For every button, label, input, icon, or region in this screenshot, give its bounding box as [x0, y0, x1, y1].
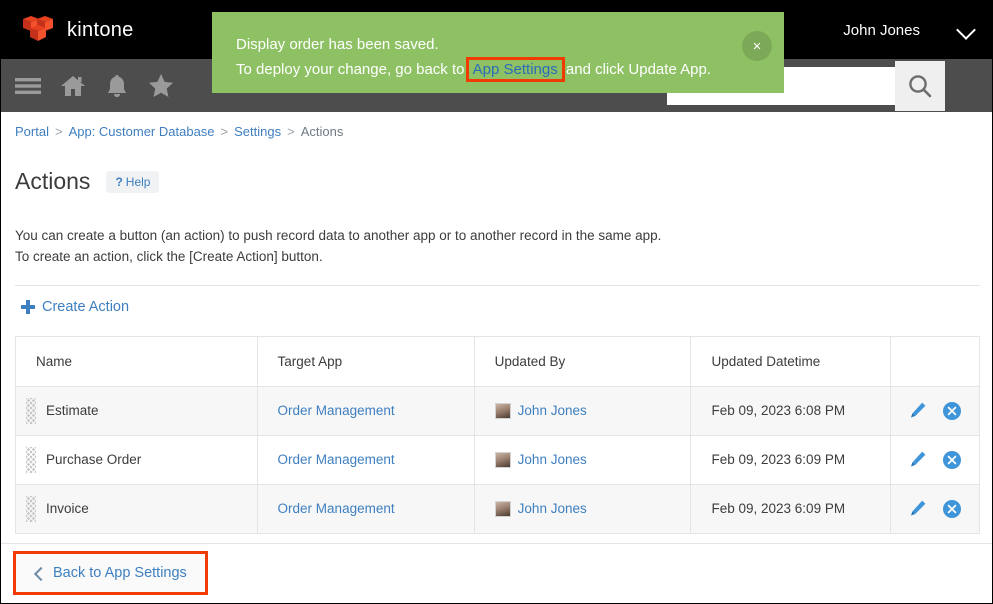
- cell-target-app: Order Management: [256, 483, 475, 534]
- brand-logo[interactable]: kintone: [21, 15, 134, 45]
- page-title-row: Actions ? Help: [1, 139, 992, 211]
- breadcrumb-separator: >: [54, 124, 63, 139]
- footer-divider: [1, 543, 992, 544]
- breadcrumb-item-settings[interactable]: Settings: [234, 124, 281, 139]
- table-row: Invoice Order Management John Jones Feb …: [15, 483, 980, 534]
- create-action-button[interactable]: Create Action: [21, 299, 129, 315]
- updated-by-link[interactable]: John Jones: [518, 452, 587, 467]
- cell-name: Estimate: [15, 385, 258, 436]
- user-menu[interactable]: John Jones: [843, 1, 992, 59]
- delete-circle-icon[interactable]: [942, 401, 961, 420]
- cell-target-app: Order Management: [256, 385, 475, 436]
- user-name: John Jones: [843, 21, 920, 39]
- cell-updated-datetime: Feb 09, 2023 6:09 PM: [690, 434, 891, 485]
- updated-by-link[interactable]: John Jones: [518, 403, 587, 418]
- table-head: Name Target App Updated By Updated Datet…: [15, 335, 980, 387]
- page-description: You can create a button (an action) to p…: [1, 211, 992, 267]
- banner-line-1: Display order has been saved.: [236, 36, 439, 53]
- drag-handle-icon[interactable]: [26, 446, 36, 473]
- hamburger-menu-icon[interactable]: [7, 59, 51, 112]
- cell-operations: [889, 385, 980, 436]
- chevron-left-icon: [34, 569, 43, 578]
- cell-updated-datetime: Feb 09, 2023 6:09 PM: [690, 483, 891, 534]
- table-row: Purchase Order Order Management John Jon…: [15, 434, 980, 485]
- column-header-operations: [889, 335, 980, 387]
- kintone-cube-logo: [21, 15, 55, 45]
- cell-updated-by: John Jones: [473, 385, 692, 436]
- target-app-link[interactable]: Order Management: [278, 501, 395, 516]
- back-button-highlight: Back to App Settings: [13, 551, 208, 595]
- drag-handle-icon[interactable]: [26, 397, 36, 424]
- breadcrumb-separator: >: [287, 124, 295, 139]
- question-mark-icon: ?: [115, 174, 123, 189]
- banner-line-2: To deploy your change, go back to App Se…: [236, 57, 784, 82]
- close-icon[interactable]: ×: [742, 31, 772, 61]
- user-avatar: [494, 500, 511, 517]
- favorites-star-icon[interactable]: [139, 59, 183, 112]
- search-button[interactable]: [895, 60, 945, 111]
- table-header-row: Name Target App Updated By Updated Datet…: [15, 335, 980, 387]
- cell-updated-by: John Jones: [473, 434, 692, 485]
- help-button[interactable]: ? Help: [106, 170, 160, 193]
- banner-text-suffix: and click Update App.: [561, 61, 711, 78]
- main-content: Portal > App: Customer Database > Settings > A…: [1, 112, 992, 534]
- user-avatar: [494, 451, 511, 468]
- action-name: Invoice: [46, 501, 89, 517]
- action-name: Estimate: [46, 403, 99, 419]
- breadcrumb-item-app[interactable]: App: Customer Database: [69, 124, 215, 139]
- cell-operations: [889, 483, 980, 534]
- app-window: kintone John Jones Display order has bee…: [0, 0, 993, 604]
- column-header-updated-datetime: Updated Datetime: [690, 335, 891, 387]
- description-line-1: You can create a button (an action) to p…: [15, 227, 662, 243]
- help-label: Help: [125, 174, 151, 189]
- pencil-edit-icon[interactable]: [908, 401, 927, 420]
- delete-circle-icon[interactable]: [942, 450, 961, 469]
- page-title: Actions: [15, 168, 91, 195]
- create-action-label: Create Action: [42, 298, 130, 315]
- column-header-updated-by: Updated By: [473, 335, 692, 387]
- chevron-down-icon[interactable]: [958, 21, 976, 39]
- delete-circle-icon[interactable]: [942, 499, 961, 518]
- plus-icon: [21, 299, 35, 314]
- create-action-row: Create Action: [1, 286, 992, 319]
- column-header-name: Name: [15, 335, 258, 387]
- app-settings-link[interactable]: App Settings: [465, 57, 565, 82]
- breadcrumb-item-actions: Actions: [300, 124, 344, 139]
- cell-name: Invoice: [15, 483, 258, 534]
- breadcrumb-item-portal[interactable]: Portal: [15, 124, 49, 139]
- cell-updated-datetime: Feb 09, 2023 6:08 PM: [690, 385, 891, 436]
- table-body: Estimate Order Management John Jones Feb…: [15, 385, 980, 534]
- target-app-link[interactable]: Order Management: [278, 403, 395, 418]
- cell-target-app: Order Management: [256, 434, 475, 485]
- notification-bell-icon[interactable]: [95, 59, 139, 112]
- back-button-label: Back to App Settings: [53, 565, 187, 581]
- updated-by-link[interactable]: John Jones: [518, 501, 587, 516]
- breadcrumb: Portal > App: Customer Database > Settings > A…: [1, 112, 992, 139]
- actions-table: Name Target App Updated By Updated Datet…: [15, 335, 980, 534]
- notification-banner: Display order has been saved. To deploy …: [212, 12, 784, 93]
- target-app-link[interactable]: Order Management: [278, 452, 395, 467]
- cell-operations: [889, 434, 980, 485]
- column-header-target: Target App: [256, 335, 475, 387]
- banner-text-prefix: To deploy your change, go back to: [236, 61, 469, 78]
- home-icon[interactable]: [51, 59, 95, 112]
- breadcrumb-separator: >: [220, 124, 229, 139]
- action-name: Purchase Order: [46, 452, 142, 468]
- brand-name: kintone: [67, 18, 134, 41]
- back-to-app-settings-button[interactable]: Back to App Settings: [15, 553, 206, 593]
- actions-table-wrapper: Name Target App Updated By Updated Datet…: [15, 335, 980, 534]
- drag-handle-icon[interactable]: [26, 495, 36, 522]
- description-line-2: To create an action, click the [Create A…: [15, 248, 323, 264]
- pencil-edit-icon[interactable]: [908, 450, 927, 469]
- cell-name: Purchase Order: [15, 434, 258, 485]
- cell-updated-by: John Jones: [473, 483, 692, 534]
- user-avatar: [494, 402, 511, 419]
- pencil-edit-icon[interactable]: [908, 499, 927, 518]
- table-row: Estimate Order Management John Jones Feb…: [15, 385, 980, 436]
